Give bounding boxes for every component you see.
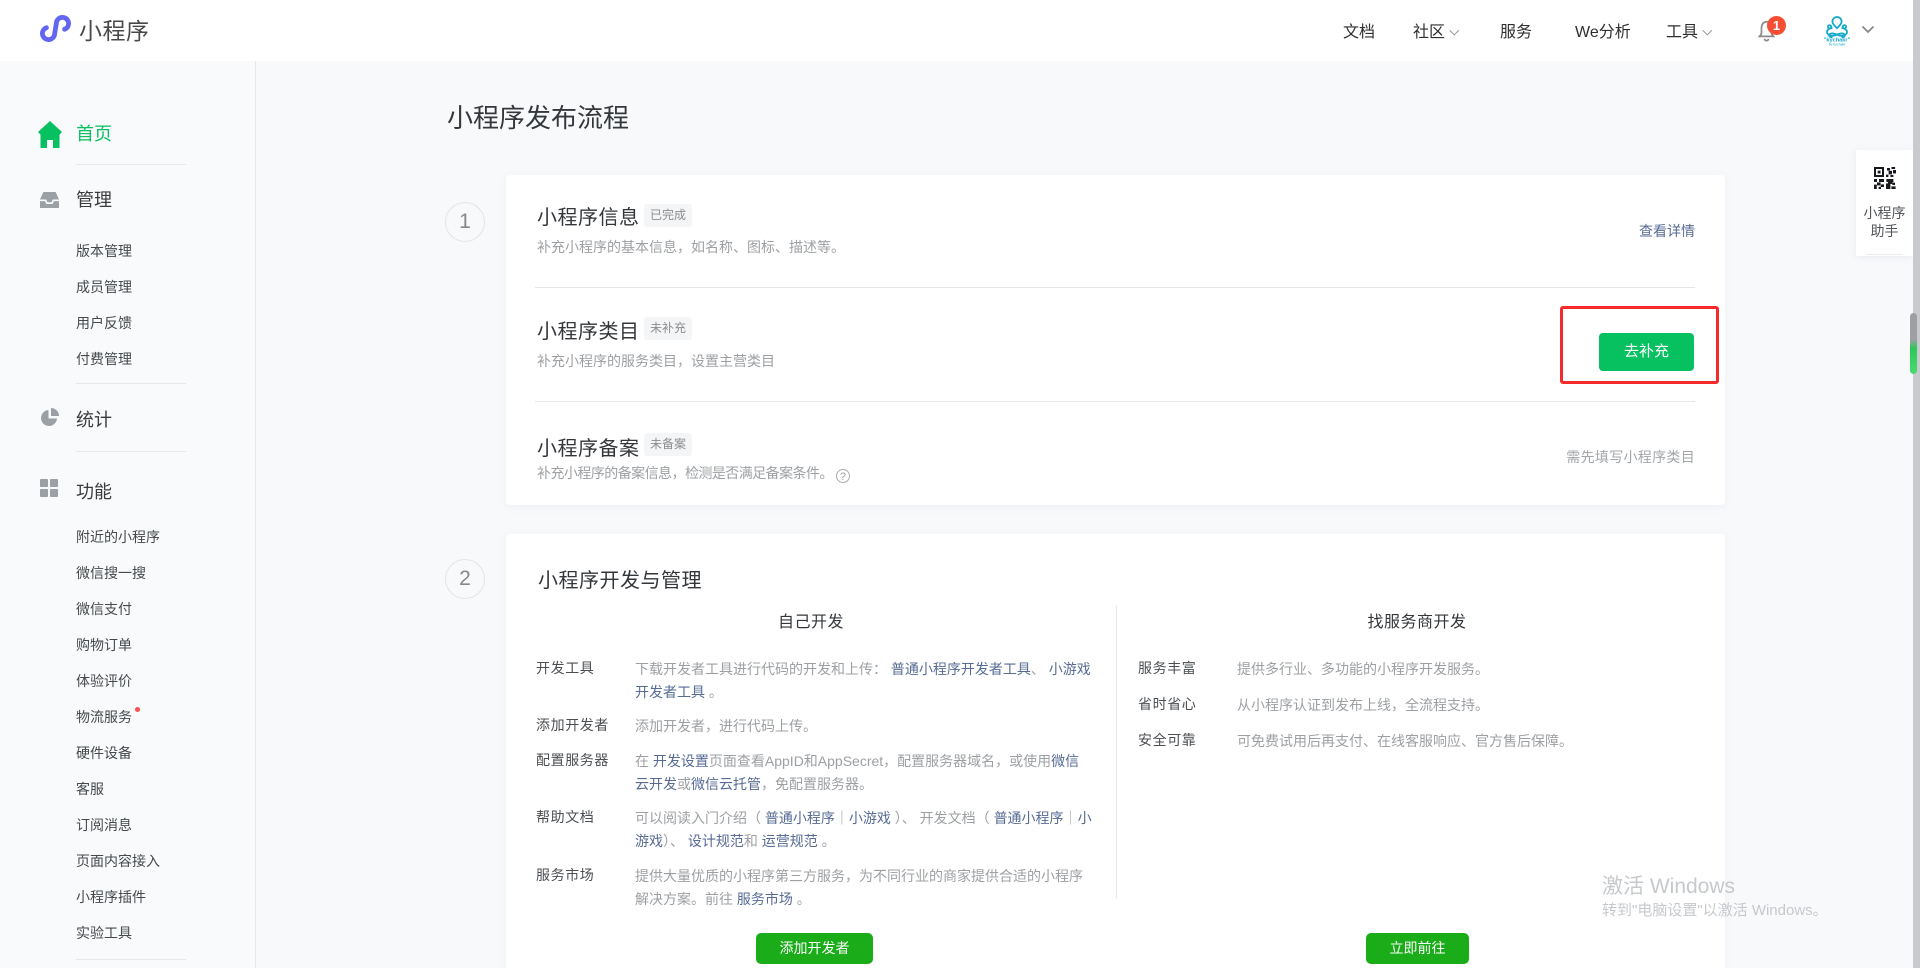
svg-text:be kochakr: be kochakr [1829,43,1846,47]
